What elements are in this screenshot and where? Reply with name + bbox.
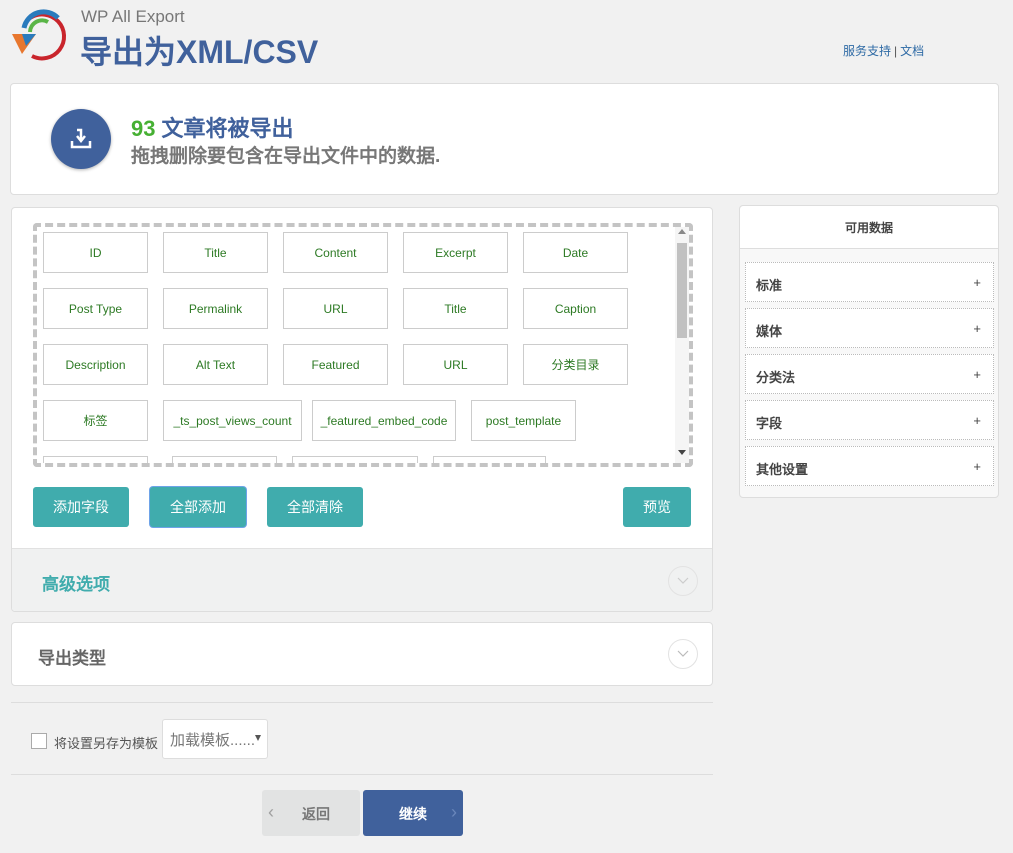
- page-title: 导出为XML/CSV: [80, 34, 319, 70]
- save-template-checkbox[interactable]: [31, 733, 47, 749]
- plus-icon: +: [973, 413, 981, 428]
- scroll-thumb[interactable]: [677, 243, 687, 338]
- divider: [11, 702, 713, 703]
- field-chip[interactable]: Permalink: [163, 288, 268, 329]
- sidebar-item-media[interactable]: 媒体 +: [745, 308, 994, 348]
- field-chip-partial[interactable]: [172, 456, 277, 463]
- sidebar-item-taxonomies[interactable]: 分类法 +: [745, 354, 994, 394]
- template-row: 将设置另存为模板 加载模板......: [11, 704, 713, 774]
- docs-link[interactable]: 文档: [900, 44, 924, 58]
- summary-headline: 93 文章将被导出: [131, 111, 294, 143]
- plus-icon: +: [973, 367, 981, 382]
- field-chip-partial[interactable]: [292, 456, 418, 463]
- chevron-down-icon[interactable]: [668, 639, 698, 669]
- sidebar-item-label: 媒体: [756, 324, 783, 339]
- field-chip[interactable]: _featured_embed_code: [312, 400, 456, 441]
- clear-all-button[interactable]: 全部清除: [267, 487, 363, 527]
- field-chip[interactable]: ID: [43, 232, 148, 273]
- field-chip[interactable]: Post Type: [43, 288, 148, 329]
- top-links: 服务支持 | 文档: [843, 42, 924, 59]
- field-chip[interactable]: Content: [283, 232, 388, 273]
- support-link[interactable]: 服务支持: [843, 44, 891, 58]
- field-chip[interactable]: URL: [283, 288, 388, 329]
- sidebar-item-other-settings[interactable]: 其他设置 +: [745, 446, 994, 486]
- advanced-options-title: 高级选项: [42, 575, 110, 594]
- field-chip[interactable]: Alt Text: [163, 344, 268, 385]
- field-chip[interactable]: 标签: [43, 400, 148, 441]
- back-button[interactable]: ‹ 返回: [262, 790, 360, 836]
- field-chip[interactable]: 分类目录: [523, 344, 628, 385]
- continue-button-label: 继续: [399, 806, 427, 822]
- plus-icon: +: [973, 275, 981, 290]
- export-type-title: 导出类型: [38, 649, 106, 668]
- page-header: WP All Export 导出为XML/CSV 服务支持 | 文档: [0, 0, 1013, 80]
- advanced-options-section[interactable]: 高级选项: [12, 548, 712, 611]
- wp-all-export-logo-icon: [12, 9, 66, 61]
- field-chip[interactable]: Excerpt: [403, 232, 508, 273]
- export-fields-panel: ID Title Content Excerpt Date Post Type Permal…: [11, 207, 713, 612]
- export-summary-panel: 93 文章将被导出 拖拽删除要包含在导出文件中的数据.: [10, 83, 999, 195]
- available-data-title: 可用数据: [740, 206, 998, 249]
- field-chip[interactable]: Title: [403, 288, 508, 329]
- plus-icon: +: [973, 459, 981, 474]
- plus-icon: +: [973, 321, 981, 336]
- continue-button[interactable]: 继续 ›: [363, 790, 463, 836]
- sidebar-item-label: 分类法: [756, 370, 796, 385]
- summary-subtext: 拖拽删除要包含在导出文件中的数据.: [131, 146, 441, 167]
- add-field-button[interactable]: 添加字段: [33, 487, 129, 527]
- export-type-section[interactable]: 导出类型: [11, 622, 713, 686]
- field-chip[interactable]: post_template: [471, 400, 576, 441]
- post-count: 93: [131, 116, 156, 141]
- load-template-select[interactable]: 加载模板......: [162, 719, 268, 759]
- field-chip[interactable]: Caption: [523, 288, 628, 329]
- save-template-label[interactable]: 将设置另存为模板: [54, 733, 158, 752]
- field-chip-partial[interactable]: [43, 456, 148, 463]
- preview-button[interactable]: 预览: [623, 487, 691, 527]
- scroll-down-arrow-icon[interactable]: [678, 450, 686, 455]
- scroll-up-arrow-icon[interactable]: [678, 229, 686, 234]
- chevron-left-icon: ‹: [268, 802, 274, 822]
- field-chip[interactable]: Date: [523, 232, 628, 273]
- dropzone-scrollbar[interactable]: [675, 227, 689, 463]
- field-chip[interactable]: Description: [43, 344, 148, 385]
- divider: [11, 774, 713, 775]
- download-icon: [51, 109, 111, 169]
- field-chip[interactable]: Featured: [283, 344, 388, 385]
- sidebar-item-standard[interactable]: 标准 +: [745, 262, 994, 302]
- field-chip[interactable]: URL: [403, 344, 508, 385]
- back-button-label: 返回: [302, 806, 330, 822]
- field-dropzone[interactable]: ID Title Content Excerpt Date Post Type Permal…: [33, 223, 693, 467]
- summary-headline-text: 文章将被导出: [161, 116, 294, 141]
- sidebar-item-fields[interactable]: 字段 +: [745, 400, 994, 440]
- dropdown-arrow-icon: [255, 735, 261, 741]
- sidebar-item-label: 字段: [756, 416, 783, 431]
- chevron-right-icon: ›: [451, 802, 457, 822]
- chevron-down-icon[interactable]: [668, 566, 698, 596]
- brand-name: WP All Export: [81, 7, 185, 26]
- available-data-sidebar: 可用数据 标准 + 媒体 + 分类法 + 字段 + 其他设置 +: [739, 205, 999, 498]
- sidebar-item-label: 标准: [756, 278, 783, 293]
- field-chip[interactable]: Title: [163, 232, 268, 273]
- link-separator: |: [894, 44, 898, 58]
- load-template-placeholder: 加载模板......: [170, 731, 256, 749]
- field-chip-partial[interactable]: [433, 456, 546, 463]
- field-chip[interactable]: _ts_post_views_count: [163, 400, 302, 441]
- sidebar-item-label: 其他设置: [756, 462, 809, 477]
- add-all-button[interactable]: 全部添加: [150, 487, 246, 527]
